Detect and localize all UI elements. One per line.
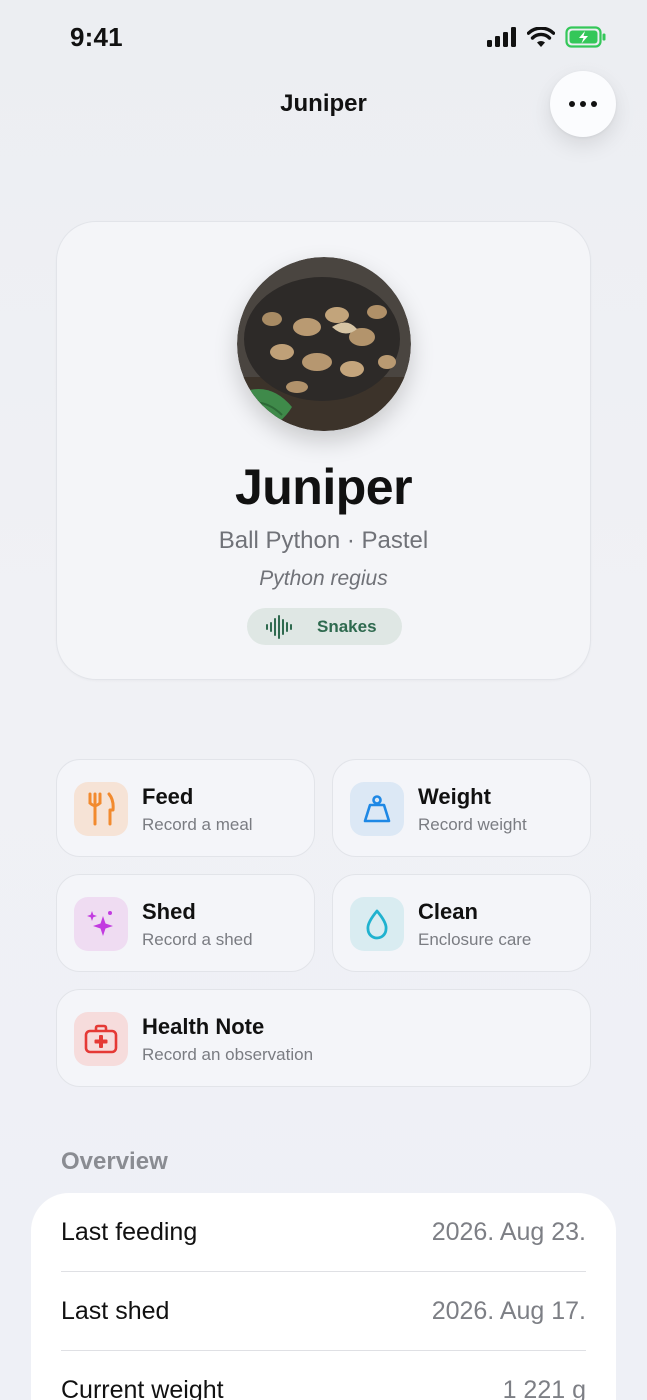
overview-card: Last feeding 2026. Aug 23. Last shed 202… [31, 1193, 616, 1400]
more-dot [580, 101, 586, 107]
overview-value: 1 221 g [502, 1375, 586, 1400]
status-bar: 9:41 [0, 0, 647, 72]
pet-detail-screen: 9:41 Juniper Juniper Ball Python · Paste… [0, 0, 647, 1400]
clean-title: Clean [418, 899, 478, 924]
overview-value: 2026. Aug 17. [431, 1296, 586, 1325]
more-options-button[interactable] [550, 71, 616, 137]
profile-card: Juniper Ball Python · Pastel Python regi… [56, 221, 591, 680]
status-time: 9:41 [70, 22, 123, 52]
clean-subtitle: Enclosure care [418, 930, 532, 949]
overview-value: 2026. Aug 23. [431, 1217, 586, 1246]
weight-action-tile[interactable]: Weight Record weight [332, 759, 591, 857]
wifi-icon [527, 26, 555, 47]
shed-action-tile[interactable]: Shed Record a shed [56, 874, 315, 972]
feed-subtitle: Record a meal [142, 815, 253, 834]
waveform-icon [266, 614, 292, 639]
clean-action-tile[interactable]: Clean Enclosure care [332, 874, 591, 972]
pet-avatar[interactable] [237, 257, 411, 431]
sparkles-icon [74, 897, 128, 951]
pet-breed: Ball Python · Pastel [218, 527, 429, 554]
pet-name: Juniper [234, 459, 413, 515]
overview-label: Last feeding [61, 1217, 198, 1246]
battery-charging-icon [565, 26, 606, 48]
water-drop-icon [350, 897, 404, 951]
overview-row-last-feeding[interactable]: Last feeding 2026. Aug 23. [61, 1193, 586, 1271]
feed-action-tile[interactable]: Feed Record a meal [56, 759, 315, 857]
group-chip[interactable]: Snakes [247, 608, 402, 645]
fork-knife-icon [74, 782, 128, 836]
health-note-subtitle: Record an observation [142, 1045, 314, 1064]
overview-header: Overview [61, 1148, 168, 1175]
overview-label: Last shed [61, 1296, 170, 1325]
weight-title: Weight [418, 784, 491, 809]
overview-label: Current weight [61, 1375, 224, 1400]
shed-title: Shed [142, 899, 196, 924]
pet-scientific-name: Python regius [259, 567, 388, 590]
cellular-signal-icon [487, 27, 516, 47]
overview-row-last-shed[interactable]: Last shed 2026. Aug 17. [61, 1272, 586, 1350]
more-dots-icon [569, 101, 575, 107]
overview-row-current-weight[interactable]: Current weight 1 221 g [61, 1351, 586, 1400]
snake-photo [237, 257, 411, 431]
scale-weight-icon [350, 782, 404, 836]
health-note-title: Health Note [142, 1014, 265, 1039]
group-chip-label: Snakes [317, 616, 377, 636]
shed-subtitle: Record a shed [142, 930, 253, 949]
medical-kit-icon [74, 1012, 128, 1066]
weight-subtitle: Record weight [418, 815, 527, 834]
health-note-action-tile[interactable]: Health Note Record an observation [56, 989, 591, 1087]
more-dot [591, 101, 597, 107]
feed-title: Feed [142, 784, 194, 809]
status-icons [487, 26, 607, 48]
